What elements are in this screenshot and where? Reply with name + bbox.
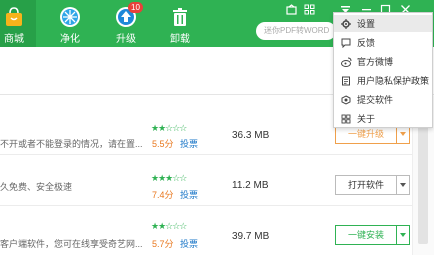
software-description: 客户端软件，您可在线享受奇艺网... [0,239,143,249]
menu-item-label: 设置 [357,19,376,29]
software-row: 客户端软件，您可在线享受奇艺网... ★★☆☆☆ 5.7分 投票 39.7 MB… [0,207,412,255]
menu-item-label: 官方微博 [357,57,394,67]
vote-link[interactable]: 投票 [180,237,198,250]
upgrade-count-badge: 10 [128,2,143,13]
store-bag-icon [3,6,25,28]
open-software-button-label: 打开软件 [348,180,385,190]
main-dropdown-menu: 设置 反馈 官方微博 用户隐私保护政策 提交软件 关于 [333,12,433,128]
nav-purify[interactable]: 净化 [48,0,92,45]
menu-item-about[interactable]: 关于 [334,110,432,127]
nav-store-label: 商城 [4,34,24,45]
rating-score: 7.4分 [152,190,174,200]
about-icon [337,114,355,124]
rating-stars: ★★☆☆☆ [151,123,187,133]
skin-icon[interactable] [284,2,298,16]
chevron-down-icon[interactable] [396,176,409,194]
nav-purify-label: 净化 [60,34,80,45]
menu-item-label: 提交软件 [357,95,394,105]
rating-stars: ★★★☆☆ [151,173,187,183]
rating-stars: ★★☆☆☆ [151,221,187,231]
menu-item-weibo[interactable]: 官方微博 [334,53,432,70]
nav-uninstall-label: 卸载 [170,34,190,45]
vote-link[interactable]: 投票 [180,137,198,150]
weibo-icon [337,57,355,67]
software-row: 久免费、安全极速 ★★★☆☆ 7.4分 投票 11.2 MB 打开软件 [0,156,412,206]
feedback-icon [337,38,355,48]
uninstall-trash-icon [169,6,191,28]
file-size: 11.2 MB [232,180,269,191]
install-button-label: 一键安装 [348,230,385,240]
gear-icon [337,18,355,29]
menu-item-feedback[interactable]: 反馈 [334,34,432,51]
open-software-button[interactable]: 打开软件 [335,175,411,195]
software-description: 不开或者不能登录的情况，请在置... [0,139,143,149]
file-size: 36.3 MB [232,130,270,141]
app-window: 商城 净化 10 升级 卸载 迷你PDF转WORD 不开或者不能登录的情况，请在… [0,0,434,255]
privacy-policy-icon [337,76,355,86]
install-button[interactable]: 一键安装 [335,225,411,245]
menu-item-label: 反馈 [357,38,376,48]
upgrade-icon: 10 [115,2,143,28]
menu-item-submit-software[interactable]: 提交软件 [334,91,432,108]
submit-software-icon [337,94,355,105]
rating-score: 5.7分 [152,239,174,249]
vote-link[interactable]: 投票 [180,188,198,201]
menu-item-privacy-policy[interactable]: 用户隐私保护政策 [334,72,432,89]
menu-item-label: 关于 [357,114,376,124]
nav-uninstall[interactable]: 卸载 [158,0,202,45]
apps-grid-icon[interactable] [302,2,316,16]
rating-score: 5.5分 [152,139,174,149]
nav-store[interactable]: 商城 [0,0,36,47]
menu-item-settings[interactable]: 设置 [334,15,432,32]
nav-upgrade-label: 升级 [116,34,136,45]
search-input[interactable]: 迷你PDF转WORD [256,22,336,40]
menu-item-label: 用户隐私保护政策 [357,76,430,86]
purify-icon [59,6,81,28]
software-description: 久免费、安全极速 [0,182,73,192]
nav-upgrade[interactable]: 10 升级 [104,0,148,45]
file-size: 39.7 MB [232,231,270,242]
chevron-down-icon[interactable] [396,226,409,244]
